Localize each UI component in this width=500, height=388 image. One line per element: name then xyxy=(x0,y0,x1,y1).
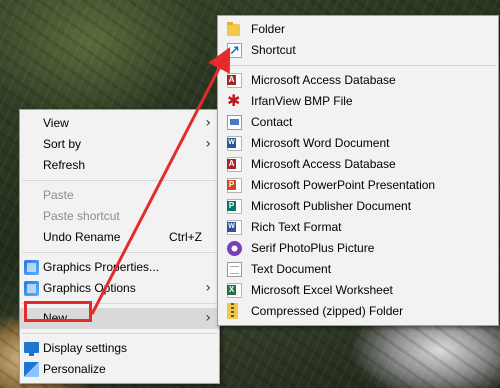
menu-item-label: Paste shortcut xyxy=(43,209,120,223)
personalize-icon xyxy=(24,362,39,377)
submenu-item-label: Text Document xyxy=(251,262,332,276)
word-icon xyxy=(227,136,242,151)
submenu-item-publisher[interactable]: Microsoft Publisher Document xyxy=(218,196,498,217)
submenu-item-serif-photoplus[interactable]: Serif PhotoPlus Picture xyxy=(218,238,498,259)
publisher-icon xyxy=(227,199,242,214)
excel-icon xyxy=(227,283,242,298)
graphics-icon xyxy=(24,281,39,296)
irfanview-icon xyxy=(227,90,242,111)
menu-item-paste-shortcut: Paste shortcut xyxy=(20,206,219,227)
chevron-right-icon: › xyxy=(205,115,211,131)
contact-icon xyxy=(227,115,242,130)
menu-item-view[interactable]: View › xyxy=(20,113,219,134)
menu-item-undo-rename[interactable]: Undo Rename Ctrl+Z xyxy=(20,227,219,248)
submenu-item-label: Contact xyxy=(251,115,293,129)
menu-item-sort-by[interactable]: Sort by › xyxy=(20,134,219,155)
rtf-icon xyxy=(227,220,242,235)
menu-item-label: Personalize xyxy=(43,362,106,376)
submenu-item-powerpoint[interactable]: Microsoft PowerPoint Presentation xyxy=(218,175,498,196)
submenu-item-label: Microsoft PowerPoint Presentation xyxy=(251,178,436,192)
new-submenu: Folder Shortcut Microsoft Access Databas… xyxy=(217,15,499,326)
menu-separator xyxy=(22,333,217,334)
display-icon xyxy=(24,342,39,356)
menu-item-graphics-options[interactable]: Graphics Options › xyxy=(20,278,219,299)
menu-item-label: Refresh xyxy=(43,158,86,172)
submenu-item-label: Microsoft Excel Worksheet xyxy=(251,283,393,297)
submenu-item-access-database-2[interactable]: Microsoft Access Database xyxy=(218,154,498,175)
access-icon xyxy=(227,157,242,172)
submenu-item-folder[interactable]: Folder xyxy=(218,19,498,40)
menu-item-display-settings[interactable]: Display settings xyxy=(20,338,219,359)
menu-separator xyxy=(22,180,217,181)
submenu-item-zip-folder[interactable]: Compressed (zipped) Folder xyxy=(218,301,498,322)
shortcut-icon xyxy=(227,41,242,62)
menu-item-label: Paste xyxy=(43,188,74,202)
menu-item-label: Sort by xyxy=(43,137,82,151)
submenu-item-word-document[interactable]: Microsoft Word Document xyxy=(218,133,498,154)
submenu-item-irfanview-bmp[interactable]: IrfanView BMP File xyxy=(218,90,498,112)
annotation-highlight-box xyxy=(24,301,92,322)
graphics-icon xyxy=(24,260,39,275)
menu-item-paste: Paste xyxy=(20,185,219,206)
submenu-item-label: Microsoft Word Document xyxy=(251,136,390,150)
chevron-right-icon: › xyxy=(205,136,211,152)
powerpoint-icon xyxy=(227,178,242,193)
zip-folder-icon xyxy=(227,303,238,319)
submenu-item-text-document[interactable]: Text Document xyxy=(218,259,498,280)
submenu-item-label: Microsoft Publisher Document xyxy=(251,199,412,213)
menu-item-label: View xyxy=(43,116,69,130)
submenu-item-contact[interactable]: Contact xyxy=(218,112,498,133)
menu-item-label: Graphics Properties... xyxy=(43,260,160,274)
menu-item-label: Graphics Options xyxy=(43,281,136,295)
submenu-item-label: Serif PhotoPlus Picture xyxy=(251,241,375,255)
submenu-item-label: Microsoft Access Database xyxy=(251,157,396,171)
submenu-item-rich-text[interactable]: Rich Text Format xyxy=(218,217,498,238)
serif-icon xyxy=(227,241,242,256)
menu-item-graphics-properties[interactable]: Graphics Properties... xyxy=(20,257,219,278)
submenu-item-shortcut[interactable]: Shortcut xyxy=(218,40,498,62)
desktop-context-menu: View › Sort by › Refresh Paste Paste sho… xyxy=(19,109,220,384)
submenu-item-access-database[interactable]: Microsoft Access Database xyxy=(218,70,498,91)
menu-item-label: Undo Rename xyxy=(43,230,121,244)
menu-item-refresh[interactable]: Refresh xyxy=(20,155,219,176)
submenu-item-label: Folder xyxy=(251,22,286,36)
submenu-item-label: IrfanView BMP File xyxy=(251,94,353,108)
submenu-item-label: Compressed (zipped) Folder xyxy=(251,304,404,318)
access-icon xyxy=(227,73,242,88)
shortcut-text: Ctrl+Z xyxy=(169,230,202,244)
chevron-right-icon: › xyxy=(205,310,211,326)
submenu-item-excel[interactable]: Microsoft Excel Worksheet xyxy=(218,280,498,301)
folder-icon xyxy=(227,22,240,36)
menu-item-personalize[interactable]: Personalize xyxy=(20,359,219,380)
text-document-icon xyxy=(227,262,242,277)
submenu-item-label: Shortcut xyxy=(251,43,296,57)
menu-item-label: Display settings xyxy=(43,341,128,355)
chevron-right-icon: › xyxy=(205,280,211,296)
submenu-item-label: Rich Text Format xyxy=(251,220,342,234)
menu-separator xyxy=(220,65,496,66)
submenu-item-label: Microsoft Access Database xyxy=(251,73,396,87)
menu-separator xyxy=(22,252,217,253)
